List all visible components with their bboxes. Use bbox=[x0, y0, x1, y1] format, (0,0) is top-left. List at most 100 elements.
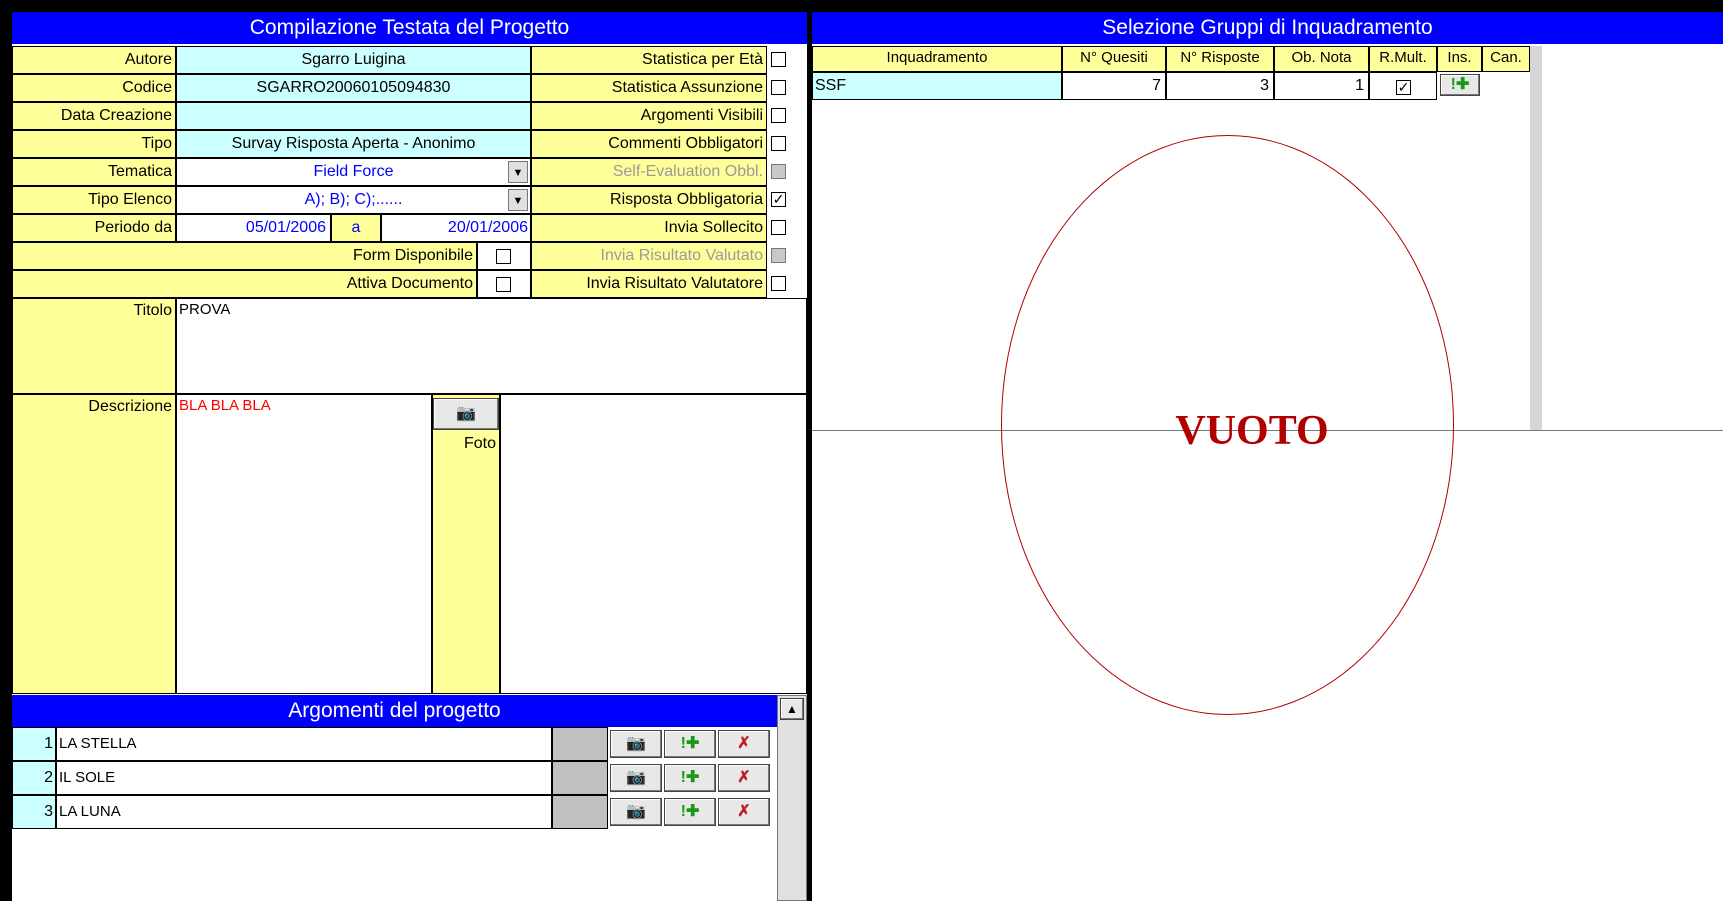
argomento-num: 3 bbox=[12, 795, 56, 829]
col-can[interactable]: Can. bbox=[1482, 46, 1530, 72]
tematica-select[interactable]: Field Force bbox=[176, 158, 531, 186]
attiva-documento-cell bbox=[477, 270, 531, 298]
delete-icon: ✗ bbox=[737, 735, 751, 752]
right-panel-title: Selezione Gruppi di Inquadramento bbox=[812, 12, 1723, 44]
option-checkbox-risultato-valutato bbox=[771, 248, 786, 263]
descrizione-field[interactable]: BLA BLA BLA bbox=[176, 394, 432, 694]
option-checkbox-sollecito[interactable] bbox=[771, 220, 786, 235]
camera-icon: 📷 bbox=[626, 803, 646, 820]
tipo-elenco-value: A); B); C);...... bbox=[304, 191, 403, 208]
codice-field[interactable]: SGARRO20060105094830 bbox=[176, 74, 531, 102]
argomento-add-button[interactable]: !✚ bbox=[664, 798, 716, 826]
tipo-field[interactable]: Survay Risposta Aperta - Anonimo bbox=[176, 130, 531, 158]
argomento-add-button[interactable]: !✚ bbox=[664, 730, 716, 758]
col-quesiti[interactable]: N° Quesiti bbox=[1062, 46, 1166, 72]
foto-camera-button[interactable]: 📷 bbox=[433, 398, 499, 430]
row-r-mult-checkbox[interactable]: ✓ bbox=[1396, 80, 1411, 95]
argomento-camera-button[interactable]: 📷 bbox=[610, 764, 662, 792]
attiva-documento-checkbox[interactable] bbox=[496, 277, 511, 292]
project-header-form: Compilazione Testata del Progetto Autore… bbox=[12, 12, 807, 901]
option-checkbox-risultato-valutatore[interactable] bbox=[771, 276, 786, 291]
option-checkbox-assunzione[interactable] bbox=[771, 80, 786, 95]
data-creazione-field[interactable] bbox=[176, 102, 531, 130]
col-ins[interactable]: Ins. bbox=[1437, 46, 1482, 72]
periodo-from-field[interactable]: 05/01/2006 bbox=[176, 214, 331, 242]
tematica-value: Field Force bbox=[313, 163, 394, 180]
argomento-camera-button[interactable]: 📷 bbox=[610, 798, 662, 826]
argomento-add-button[interactable]: !✚ bbox=[664, 764, 716, 792]
col-ob-nota[interactable]: Ob. Nota bbox=[1274, 46, 1369, 72]
form-disponibile-label: Form Disponibile bbox=[12, 242, 477, 270]
form-disponibile-checkbox[interactable] bbox=[496, 249, 511, 264]
argomento-text[interactable]: LA LUNA bbox=[56, 795, 552, 829]
add-icon: !✚ bbox=[1450, 76, 1470, 93]
argomento-delete-button[interactable]: ✗ bbox=[718, 764, 770, 792]
argomento-num: 1 bbox=[12, 727, 56, 761]
left-panel-title: Compilazione Testata del Progetto bbox=[12, 12, 807, 44]
argomento-camera-button[interactable]: 📷 bbox=[610, 730, 662, 758]
descrizione-label: Descrizione bbox=[12, 394, 176, 694]
option-label-risultato-valutato: Invia Risultato Valutato bbox=[531, 242, 767, 270]
col-inquadramento[interactable]: Inquadramento bbox=[812, 46, 1062, 72]
argomento-num: 2 bbox=[12, 761, 56, 795]
option-label-risultato-valutatore: Invia Risultato Valutatore bbox=[531, 270, 767, 298]
periodo-label: Periodo da bbox=[12, 214, 176, 242]
argomento-spacer bbox=[552, 795, 608, 829]
argomenti-title: Argomenti del progetto bbox=[12, 695, 777, 727]
group-selection-panel: Selezione Gruppi di Inquadramento Inquad… bbox=[812, 12, 1723, 901]
tematica-dropdown-icon[interactable]: ▼ bbox=[508, 161, 528, 183]
autore-field[interactable]: Sgarro Luigina bbox=[176, 46, 531, 74]
option-checkbox-self-evaluation bbox=[771, 164, 786, 179]
tipo-elenco-select[interactable]: A); B); C);...... bbox=[176, 186, 531, 214]
row-r-mult-cell: ✓ bbox=[1369, 72, 1437, 100]
form-disponibile-cell bbox=[477, 242, 531, 270]
option-label-eta: Statistica per Età bbox=[531, 46, 767, 74]
argomento-text[interactable]: IL SOLE bbox=[56, 761, 552, 795]
descrizione-value: BLA BLA BLA bbox=[179, 397, 271, 414]
codice-label: Codice bbox=[12, 74, 176, 102]
tematica-label: Tematica bbox=[12, 158, 176, 186]
annotation-text: VUOTO bbox=[1175, 408, 1329, 454]
tipo-label: Tipo bbox=[12, 130, 176, 158]
option-label-self-evaluation: Self-Evaluation Obbl. bbox=[531, 158, 767, 186]
option-label-commenti: Commenti Obbligatori bbox=[531, 130, 767, 158]
option-label-assunzione: Statistica Assunzione bbox=[531, 74, 767, 102]
argomento-spacer bbox=[552, 761, 608, 795]
add-icon: !✚ bbox=[680, 769, 700, 786]
argomento-spacer bbox=[552, 727, 608, 761]
delete-icon: ✗ bbox=[737, 803, 751, 820]
add-icon: !✚ bbox=[680, 735, 700, 752]
option-label-risposta: Risposta Obbligatoria bbox=[531, 186, 767, 214]
option-checkbox-argomenti[interactable] bbox=[771, 108, 786, 123]
tipo-elenco-dropdown-icon[interactable]: ▼ bbox=[508, 189, 528, 211]
titolo-value: PROVA bbox=[179, 301, 231, 318]
option-checkbox-risposta[interactable]: ✓ bbox=[771, 192, 786, 207]
table-scrollbar[interactable] bbox=[1530, 46, 1723, 430]
option-checkbox-eta[interactable] bbox=[771, 52, 786, 67]
argomento-text[interactable]: LA STELLA bbox=[56, 727, 552, 761]
scroll-up-arrow-icon[interactable]: ▲ bbox=[780, 698, 804, 720]
col-r-mult[interactable]: R.Mult. bbox=[1369, 46, 1437, 72]
autore-label: Autore bbox=[12, 46, 176, 74]
titolo-field[interactable]: PROVA bbox=[176, 298, 807, 394]
periodo-a-label: a bbox=[331, 214, 381, 242]
titolo-label: Titolo bbox=[12, 298, 176, 394]
row-quesiti: 7 bbox=[1062, 72, 1166, 100]
row-ob-nota: 1 bbox=[1274, 72, 1369, 100]
argomento-delete-button[interactable]: ✗ bbox=[718, 730, 770, 758]
argomento-delete-button[interactable]: ✗ bbox=[718, 798, 770, 826]
foto-area bbox=[500, 394, 807, 694]
periodo-to-field[interactable]: 20/01/2006 bbox=[381, 214, 531, 242]
row-insert-button[interactable]: !✚ bbox=[1440, 74, 1480, 96]
option-checkbox-commenti[interactable] bbox=[771, 136, 786, 151]
row-inquadramento[interactable]: SSF bbox=[812, 72, 1062, 100]
add-icon: !✚ bbox=[680, 803, 700, 820]
camera-icon: 📷 bbox=[626, 735, 646, 752]
tipo-elenco-label: Tipo Elenco bbox=[12, 186, 176, 214]
table-scrollbar-track[interactable] bbox=[1530, 46, 1542, 430]
delete-icon: ✗ bbox=[737, 769, 751, 786]
camera-icon: 📷 bbox=[456, 405, 476, 422]
argomenti-scrollbar[interactable]: ▲ bbox=[777, 695, 807, 901]
col-risposte[interactable]: N° Risposte bbox=[1166, 46, 1274, 72]
camera-icon: 📷 bbox=[626, 769, 646, 786]
